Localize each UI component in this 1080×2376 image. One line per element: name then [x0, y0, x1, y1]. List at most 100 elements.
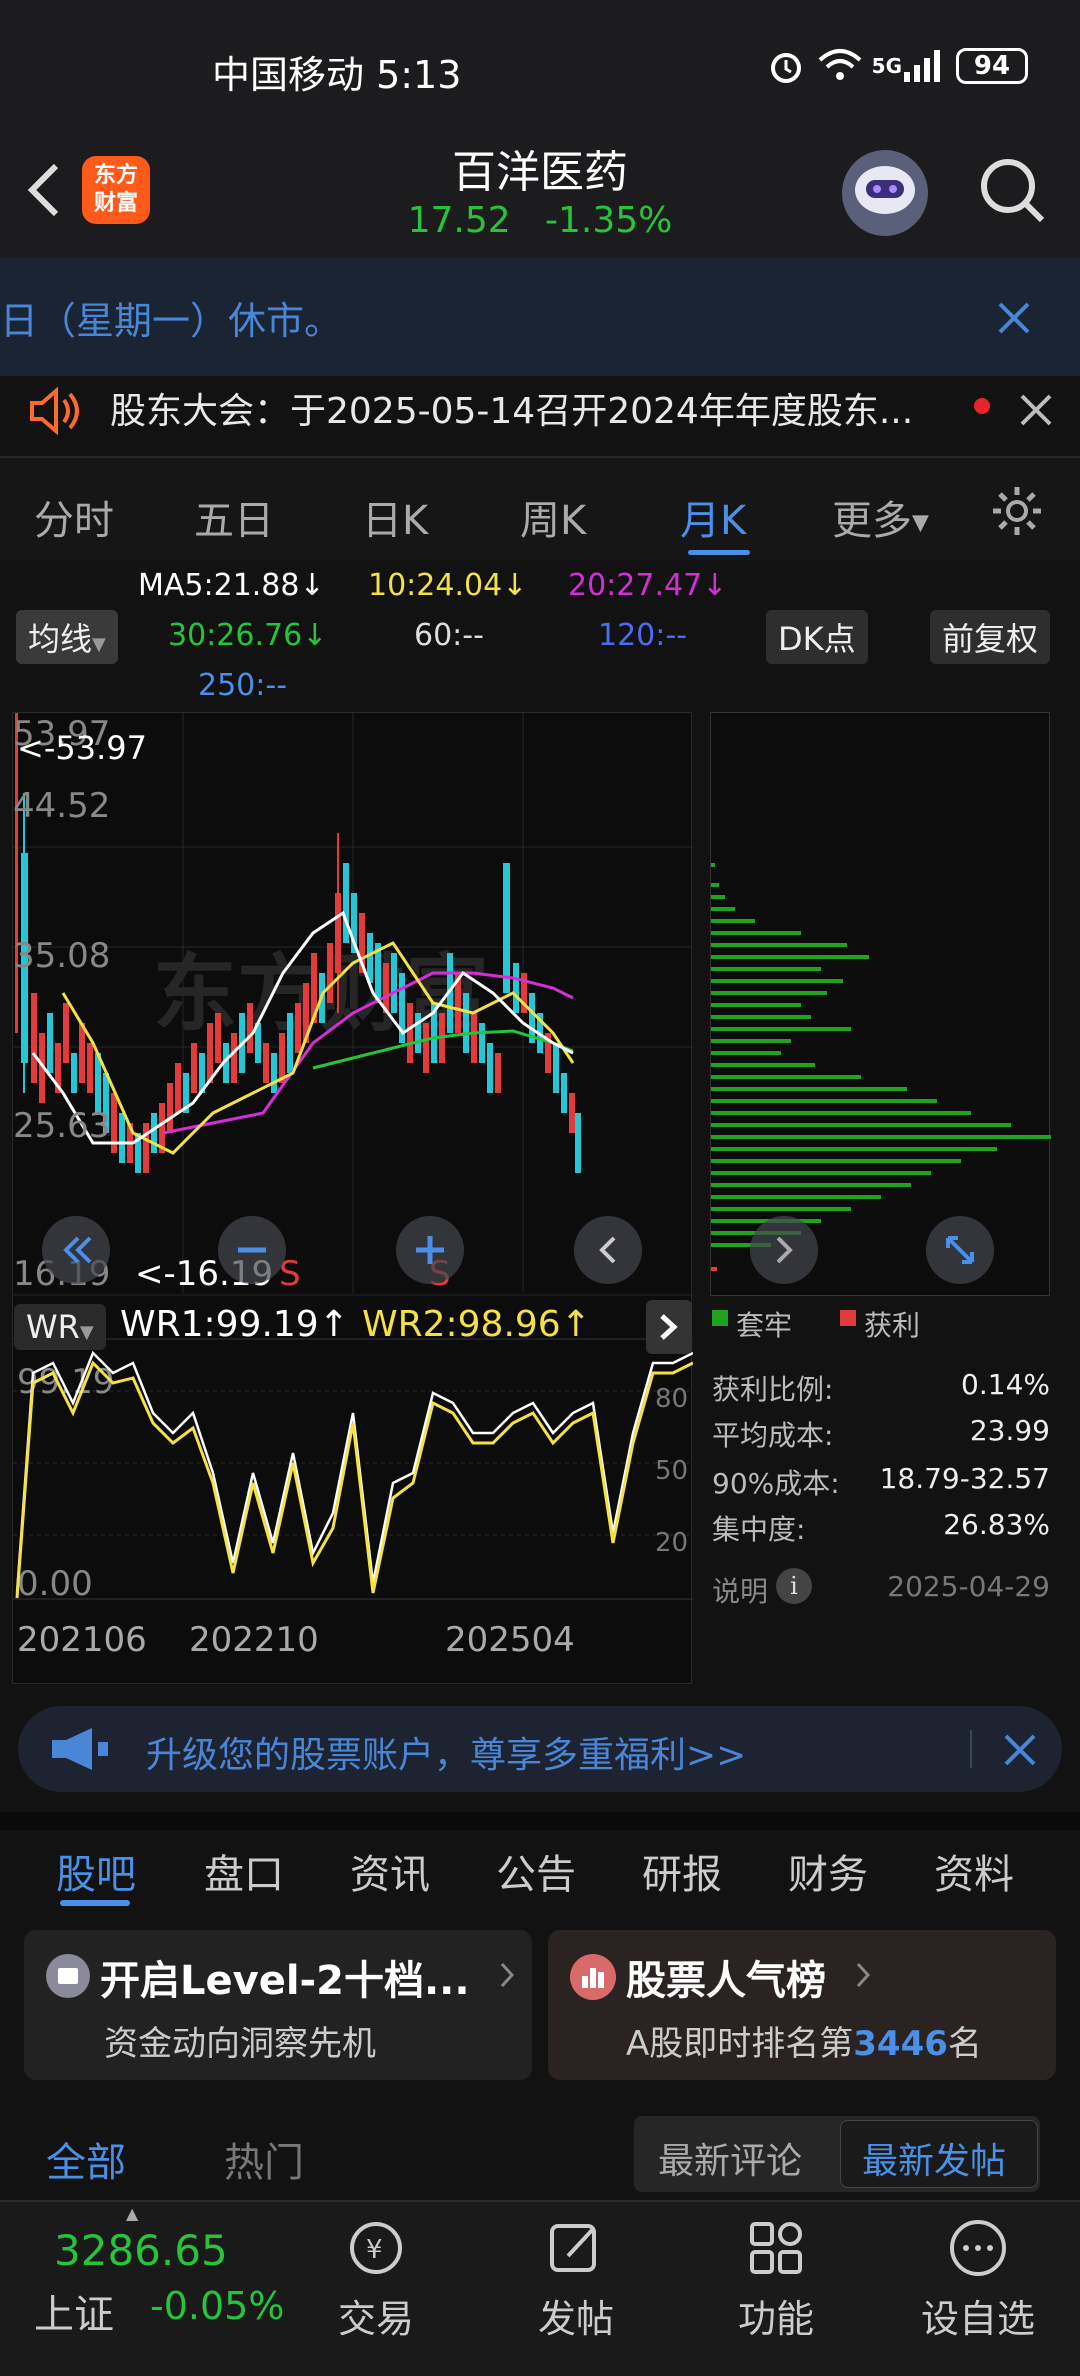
chip-next-button[interactable] [750, 1216, 818, 1284]
chevron-down-icon: ▼ [912, 510, 929, 536]
compose-icon [506, 2216, 646, 2284]
tab-weekly-k[interactable]: 周K [520, 488, 586, 546]
ma-selector[interactable]: 均线▼ [16, 610, 118, 664]
x-label-1: 202106 [17, 1620, 147, 1660]
chip-distribution-chart[interactable] [710, 712, 1051, 1296]
wr-level-80: 80 [655, 1384, 688, 1414]
wr-level-50: 50 [655, 1456, 688, 1486]
fullscreen-button[interactable] [926, 1216, 994, 1284]
profit-bar [711, 1267, 717, 1271]
level2-card[interactable]: 开启Level-2十档... 资金动向洞察先机 [24, 1930, 532, 2080]
rank-subtitle: A股即时排名第3446名 [626, 2016, 982, 2065]
tab-news[interactable]: 资讯 [350, 1842, 430, 1900]
expand-icon [946, 1236, 974, 1264]
indicator-selector[interactable]: WR▼ [14, 1304, 106, 1350]
tab-daily-k[interactable]: 日K [362, 488, 428, 546]
tab-monthly-k[interactable]: 月K [680, 488, 746, 546]
tab-more[interactable]: 更多▼ [832, 488, 929, 546]
active-tab-underline [688, 550, 750, 555]
tab-research[interactable]: 研报 [642, 1842, 722, 1900]
nav-add-watchlist[interactable]: 设自选 [908, 2288, 1048, 2343]
wr2-line [15, 1360, 694, 1599]
y-label-2: 44.52 [13, 786, 110, 826]
tab-five-day[interactable]: 五日 [194, 488, 274, 546]
rank-number: 3446 [853, 2024, 948, 2064]
indicator-selector-label: WR [26, 1308, 80, 1346]
sort-latest-comment[interactable]: 最新评论 [658, 2132, 802, 2184]
ma250-value: 250:-- [198, 668, 288, 703]
avg-cost-value: 23.99 [969, 1414, 1050, 1447]
search-icon[interactable] [978, 156, 1048, 226]
ma10-value: 10:24.04↓ [368, 568, 528, 603]
ma60-value: 60:-- [414, 618, 484, 653]
popularity-rank-card[interactable]: 股票人气榜 A股即时排名第3446名 [548, 1930, 1056, 2080]
period-tabs: 分时 五日 日K 周K 月K 更多▼ [0, 456, 1080, 560]
nav-trade[interactable]: 交易 [306, 2288, 446, 2343]
shareholder-notice-bar[interactable]: 股东大会：于2025-05-14召开2024年年度股东... [0, 376, 1080, 456]
grid-icon [706, 2216, 846, 2284]
x-label-3: 202504 [445, 1620, 575, 1660]
wr2-value: WR2:98.96↑ [362, 1304, 591, 1345]
tab-profile[interactable]: 资料 [934, 1842, 1014, 1900]
legend-profit-swatch [840, 1310, 856, 1326]
dk-point-button[interactable]: DK点 [766, 610, 868, 664]
ma30-value: 30:26.76↓ [168, 618, 328, 653]
dk-point-label: DK点 [778, 620, 856, 658]
close-icon[interactable] [994, 298, 1034, 338]
tab-announcements[interactable]: 公告 [496, 1842, 576, 1900]
status-icons: 5G 94 [766, 46, 1028, 86]
y-label-4: 25.63 [13, 1106, 110, 1146]
plus-icon [416, 1236, 444, 1264]
unread-dot [974, 398, 990, 414]
expand-panel-button[interactable] [646, 1300, 692, 1354]
kline-chart[interactable]: 东方财富 [13, 713, 694, 1685]
robot-assistant-icon[interactable] [842, 150, 928, 236]
legend-trapped-swatch [712, 1310, 728, 1326]
banner-divider [970, 1730, 972, 1768]
rank-suffix: 名 [947, 2024, 982, 2064]
speaker-icon [30, 386, 79, 436]
stock-change: -1.35% [545, 200, 673, 241]
carrier-time: 中国移动 5:13 [212, 53, 462, 97]
y-label-3: 35.08 [13, 936, 110, 976]
info-icon[interactable]: i [776, 1568, 812, 1604]
index-value[interactable]: 3286.65 [54, 2226, 228, 2275]
promo-banner[interactable]: 升级您的股票账户，尊享多重福利>> [18, 1706, 1062, 1792]
price-adjust-button[interactable]: 前复权 [930, 610, 1051, 664]
nav-functions[interactable]: 功能 [706, 2288, 846, 2343]
index-name[interactable]: 上证 [34, 2282, 114, 2340]
zoom-out-button[interactable] [218, 1216, 286, 1284]
level2-title: 开启Level-2十档... [100, 1958, 470, 2004]
card-icon [46, 1954, 90, 1998]
shareholder-notice-text: 股东大会：于2025-05-14召开2024年年度股东... [110, 391, 914, 432]
index-change[interactable]: -0.05% [150, 2284, 284, 2328]
double-chevron-left-icon [63, 1236, 92, 1264]
tab-intraday[interactable]: 分时 [34, 488, 114, 546]
battery-indicator: 94 [956, 48, 1028, 84]
nav-post[interactable]: 发帖 [506, 2288, 646, 2343]
rank-title: 股票人气榜 [626, 1958, 826, 2004]
tab-financials[interactable]: 财务 [788, 1842, 868, 1900]
zoom-in-button[interactable] [396, 1216, 464, 1284]
level2-subtitle: 资金动向洞察先机 [104, 2024, 376, 2064]
rank-prefix: A股即时排名第 [626, 2024, 854, 2064]
section-separator [0, 1812, 1080, 1830]
scroll-right-button[interactable] [574, 1216, 642, 1284]
chip-note-label[interactable]: 说明 [712, 1570, 768, 1610]
close-icon[interactable] [1016, 390, 1056, 430]
scroll-left-button[interactable] [42, 1216, 110, 1284]
feed-tab-all[interactable]: 全部 [46, 2130, 126, 2188]
wifi-icon [818, 49, 861, 80]
close-icon[interactable] [1002, 1732, 1038, 1768]
tab-guba[interactable]: 股吧 [56, 1842, 136, 1900]
market-notice-bar[interactable]: 日（星期一）休市。 [0, 258, 1080, 376]
alarm-icon [770, 53, 801, 83]
feed-tab-hot[interactable]: 热门 [224, 2130, 304, 2188]
sort-latest-post[interactable]: 最新发帖 [862, 2132, 1006, 2184]
kline-chart-area[interactable]: 东方财富 [12, 712, 694, 1685]
tab-pankou[interactable]: 盘口 [204, 1842, 284, 1900]
settings-gear-icon[interactable] [990, 484, 1044, 538]
tab-more-label: 更多 [832, 498, 912, 544]
chevron-down-icon: ▼ [79, 1322, 94, 1343]
ma-selector-label: 均线 [28, 620, 93, 658]
